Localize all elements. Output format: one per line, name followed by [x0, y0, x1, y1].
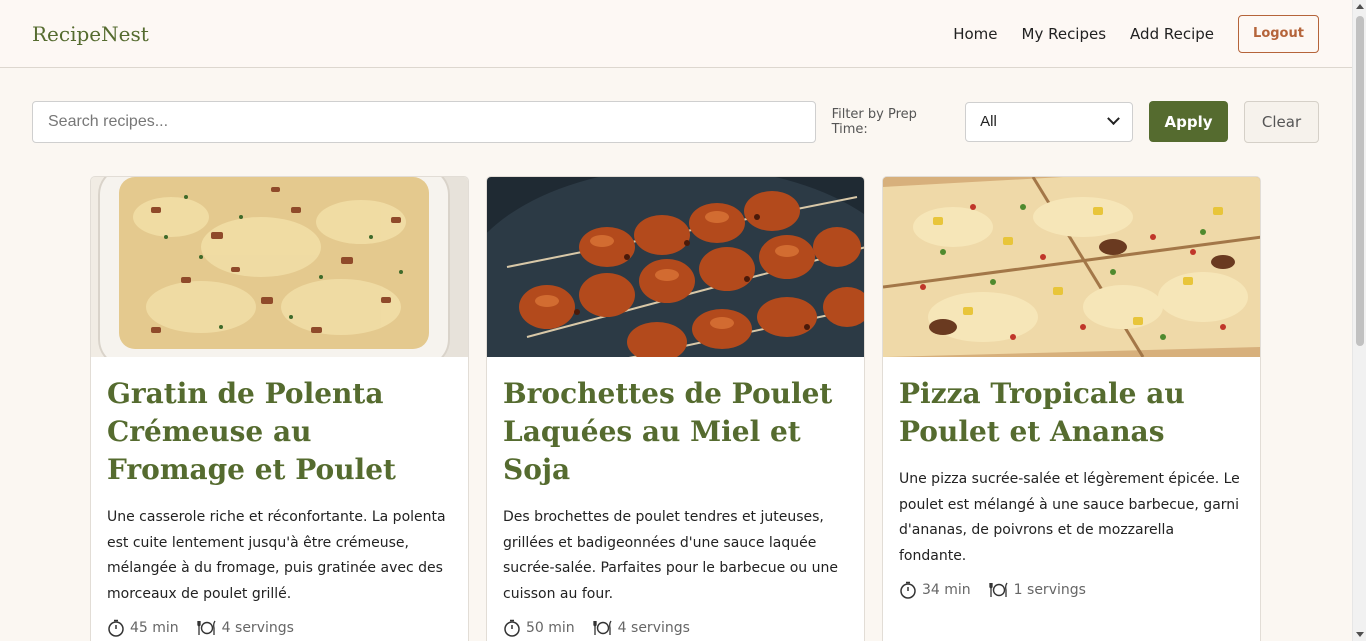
recipe-card-body: Gratin de Polenta Crémeuse au Fromage et… [91, 357, 468, 637]
chevron-down-icon [1107, 112, 1120, 126]
filter-bar: Filter by Prep Time: All Apply Clear [32, 100, 1319, 143]
recipe-image[interactable] [91, 177, 468, 357]
timer-icon [108, 619, 124, 637]
recipe-card[interactable]: Pizza Tropicale au Poulet et Ananas Une … [882, 176, 1261, 641]
recipe-card[interactable]: Brochettes de Poulet Laquées au Miel et … [486, 176, 865, 641]
timer-icon [900, 581, 916, 599]
plate-utensils-icon [593, 620, 612, 635]
servings: 4 servings [593, 619, 690, 637]
plate-utensils-icon [197, 620, 216, 635]
prep-time-filter-label: Filter by Prep Time: [831, 106, 917, 137]
prep-time-value: 34 min [922, 582, 971, 598]
clear-button[interactable]: Clear [1244, 100, 1319, 143]
recipe-description: Une casserole riche et réconfortante. La… [107, 509, 446, 602]
servings-value: 1 servings [1013, 582, 1086, 598]
recipe-meta: 34 min 1 servings [899, 581, 1244, 599]
recipe-card-body: Brochettes de Poulet Laquées au Miel et … [487, 357, 864, 637]
brand-logo[interactable]: RecipeNest [32, 22, 149, 46]
page-scrollbar[interactable] [1352, 0, 1366, 641]
recipe-meta: 50 min 4 servings [503, 619, 848, 637]
plate-utensils-icon [989, 582, 1008, 597]
servings-value: 4 servings [221, 620, 294, 636]
apply-button[interactable]: Apply [1149, 101, 1229, 142]
nav-home-link[interactable]: Home [953, 25, 997, 43]
search-input[interactable] [32, 100, 816, 143]
servings: 1 servings [989, 581, 1086, 599]
prep-time-value: 50 min [526, 620, 575, 636]
recipe-description: Des brochettes de poulet tendres et jute… [503, 509, 838, 602]
prep-time: 45 min [107, 619, 179, 637]
top-navbar: RecipeNest Home My Recipes Add Recipe Lo… [0, 0, 1352, 68]
recipe-image[interactable] [487, 177, 864, 357]
servings-value: 4 servings [617, 620, 690, 636]
recipe-title[interactable]: Pizza Tropicale au Poulet et Ananas [899, 375, 1244, 451]
recipe-title[interactable]: Brochettes de Poulet Laquées au Miel et … [503, 375, 848, 489]
recipe-description: Une pizza sucrée-salée et légèrement épi… [899, 471, 1240, 564]
recipe-image[interactable] [883, 177, 1260, 357]
prep-time-select[interactable]: All [965, 101, 1134, 142]
scroll-up-arrow-icon[interactable] [1356, 4, 1364, 9]
recipe-meta: 45 min 4 servings [107, 619, 452, 637]
nav-my-recipes-link[interactable]: My Recipes [1022, 25, 1107, 43]
recipe-title[interactable]: Gratin de Polenta Crémeuse au Fromage et… [107, 375, 452, 489]
recipe-card-body: Pizza Tropicale au Poulet et Ananas Une … [883, 357, 1260, 599]
nav-add-recipe-link[interactable]: Add Recipe [1130, 25, 1214, 43]
prep-time: 50 min [503, 619, 575, 637]
logout-button[interactable]: Logout [1238, 14, 1319, 53]
prep-time-selected-value: All [980, 113, 997, 130]
scrollbar-thumb[interactable] [1356, 16, 1364, 346]
prep-time-value: 45 min [130, 620, 179, 636]
scroll-down-arrow-icon[interactable] [1356, 632, 1364, 637]
recipe-card[interactable]: Gratin de Polenta Crémeuse au Fromage et… [90, 176, 469, 641]
timer-icon [504, 619, 520, 637]
prep-time: 34 min [899, 581, 971, 599]
nav-links: Home My Recipes Add Recipe Logout [953, 14, 1319, 53]
servings: 4 servings [197, 619, 294, 637]
